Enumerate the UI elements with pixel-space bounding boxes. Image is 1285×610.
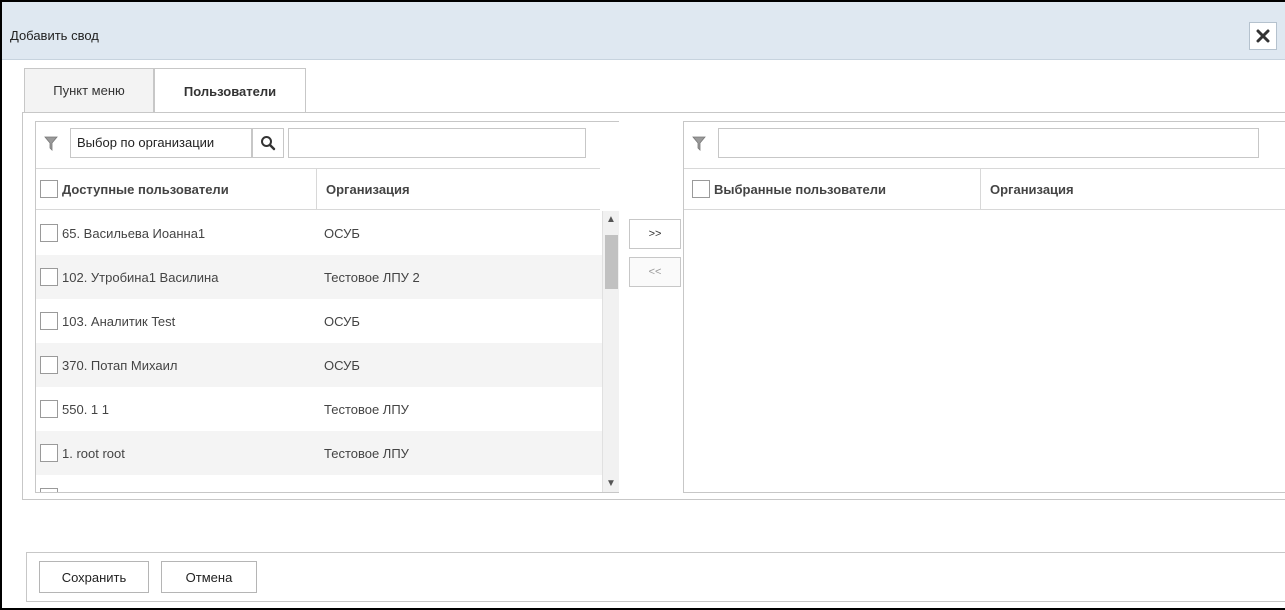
tab-content: Выбор по организации Доступные пользоват… [22, 112, 1285, 500]
available-users-panel: Выбор по организации Доступные пользоват… [35, 121, 620, 493]
user-name: 1. root root [62, 445, 125, 461]
user-name-cell: 65. Васильева Иоанна1 [40, 224, 205, 242]
cancel-button[interactable]: Отмена [161, 561, 257, 593]
available-users-header: Доступные пользователи Организация [36, 168, 600, 210]
row-checkbox[interactable] [40, 224, 58, 242]
column-divider [316, 169, 317, 209]
user-name: 550. 1 1 [62, 401, 109, 417]
select-all-checkbox[interactable] [692, 180, 710, 198]
user-org: Тестовое ЛПУ [324, 445, 409, 461]
table-row[interactable] [36, 475, 602, 492]
user-org: Тестовое ЛПУ 2 [324, 269, 420, 285]
tab-menu-item[interactable]: Пункт меню [24, 68, 154, 112]
add-selected-button[interactable]: >> [629, 219, 681, 249]
row-checkbox[interactable] [40, 312, 58, 330]
column-available-users-label: Доступные пользователи [62, 181, 229, 197]
filter-icon[interactable] [44, 136, 58, 152]
user-name-cell: 550. 1 1 [40, 400, 109, 418]
tab-users[interactable]: Пользователи [154, 68, 306, 113]
user-name: 102. Утробина1 Василина [62, 269, 219, 285]
table-row[interactable]: 1. root root Тестовое ЛПУ [36, 431, 602, 475]
user-org: ОСУБ [324, 225, 360, 241]
dialog-titlebar: Добавить свод [2, 2, 1285, 60]
table-row[interactable]: 550. 1 1 Тестовое ЛПУ [36, 387, 602, 431]
column-organization-label: Организация [990, 181, 1074, 197]
selected-users-panel: Выбранные пользователи Организация [683, 121, 1285, 493]
user-name: 103. Аналитик Test [62, 313, 176, 329]
close-icon [1256, 29, 1270, 43]
right-filter-bar [684, 122, 1285, 168]
user-name: 370. Потап Михаил [62, 357, 178, 373]
column-available-users: Доступные пользователи [40, 169, 316, 209]
column-organization: Организация [990, 169, 1074, 209]
column-selected-users: Выбранные пользователи [692, 169, 978, 209]
scroll-up-icon[interactable]: ▲ [606, 214, 616, 225]
user-name-cell: 1. root root [40, 444, 125, 462]
scroll-down-icon[interactable]: ▼ [606, 478, 616, 489]
user-name: 65. Васильева Иоанна1 [62, 225, 206, 241]
available-users-search-input[interactable] [288, 128, 586, 158]
row-checkbox[interactable] [40, 488, 58, 492]
selected-users-search-input[interactable] [718, 128, 1259, 158]
dialog-title: Добавить свод [10, 28, 99, 43]
scroll-header-spacer [602, 122, 620, 211]
column-selected-users-label: Выбранные пользователи [714, 181, 887, 197]
tab-users-label: Пользователи [183, 83, 277, 99]
search-button[interactable] [252, 128, 284, 158]
table-row[interactable]: 370. Потап Михаил ОСУБ [36, 343, 602, 387]
search-icon [261, 136, 276, 151]
selected-users-header: Выбранные пользователи Организация [684, 168, 1285, 210]
user-name-cell: 102. Утробина1 Василина [40, 268, 218, 286]
add-summary-dialog: Добавить свод Пункт меню Пользователи Вы… [0, 0, 1285, 610]
user-name-cell [40, 488, 62, 492]
tab-menu-item-label: Пункт меню [53, 83, 125, 98]
user-name-cell: 370. Потап Михаил [40, 356, 177, 374]
remove-selected-button[interactable]: << [629, 257, 681, 287]
filter-icon[interactable] [692, 136, 706, 152]
user-org: ОСУБ [324, 357, 360, 373]
dialog-footer: Сохранить Отмена [26, 552, 1285, 602]
row-checkbox[interactable] [40, 400, 58, 418]
table-row[interactable]: 65. Васильева Иоанна1 ОСУБ [36, 211, 602, 255]
table-row[interactable]: 103. Аналитик Test ОСУБ [36, 299, 602, 343]
column-divider [980, 169, 981, 209]
close-button[interactable] [1249, 22, 1277, 50]
column-organization-label: Организация [326, 181, 410, 197]
organization-filter-select[interactable]: Выбор по организации [70, 128, 252, 158]
select-all-checkbox[interactable] [40, 180, 58, 198]
vertical-scrollbar[interactable]: ▲ ▼ [602, 211, 619, 492]
row-checkbox[interactable] [40, 444, 58, 462]
column-organization: Организация [326, 169, 410, 209]
row-checkbox[interactable] [40, 268, 58, 286]
user-org: Тестовое ЛПУ [324, 401, 409, 417]
user-name-cell: 103. Аналитик Test [40, 312, 175, 330]
row-checkbox[interactable] [40, 356, 58, 374]
table-row[interactable]: 102. Утробина1 Василина Тестовое ЛПУ 2 [36, 255, 602, 299]
scrollbar-thumb[interactable] [605, 235, 618, 289]
save-button[interactable]: Сохранить [39, 561, 149, 593]
available-users-list: 65. Васильева Иоанна1 ОСУБ 102. Утробина… [36, 211, 602, 492]
left-filter-bar: Выбор по организации [36, 122, 618, 168]
user-org: ОСУБ [324, 313, 360, 329]
